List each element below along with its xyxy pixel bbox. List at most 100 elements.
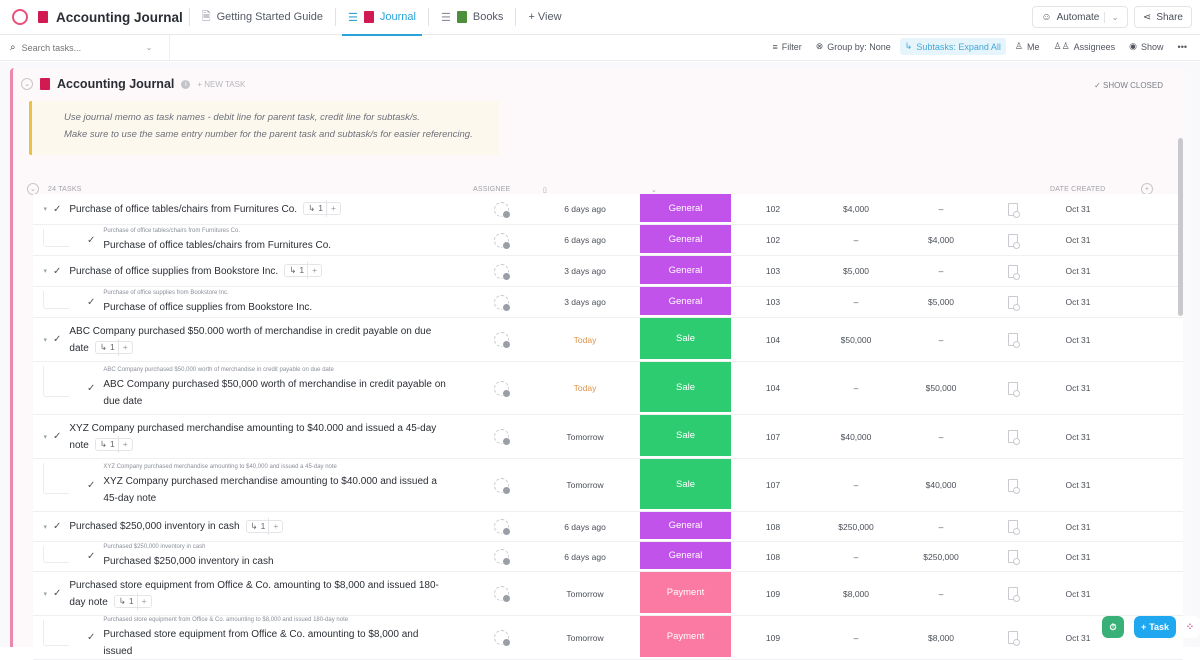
journal-type-label[interactable]: General	[640, 287, 731, 317]
entry-number[interactable]: 103	[733, 256, 813, 286]
credit-value[interactable]: $5,000	[899, 287, 983, 317]
debit-value[interactable]: –	[813, 542, 899, 571]
journal-type-label[interactable]: Payment	[640, 572, 731, 615]
subtask-count-badge[interactable]: ↳1+	[95, 438, 133, 451]
receipt-cell[interactable]	[983, 459, 1043, 511]
subtask-row[interactable]: ✓ Purchase of office supplies from Books…	[33, 287, 1183, 318]
add-subtask-icon[interactable]: +	[137, 593, 147, 610]
add-assignee-icon[interactable]	[494, 233, 509, 248]
subtask-count-badge[interactable]: ↳1+	[95, 341, 133, 354]
journal-type-label[interactable]: Sale	[640, 362, 731, 414]
subtask-name[interactable]: Purchased $250,000 inventory in cash	[103, 553, 273, 570]
attach-file-icon[interactable]	[1008, 520, 1018, 533]
check-icon[interactable]: ✓	[87, 297, 95, 308]
journal-type-label[interactable]: General	[640, 194, 731, 224]
subtasks-button[interactable]: ↳Subtasks: Expand All	[900, 38, 1006, 55]
entry-number[interactable]: 109	[733, 616, 813, 659]
attach-file-icon[interactable]	[1008, 203, 1018, 216]
add-assignee-icon[interactable]	[494, 202, 509, 217]
debit-value[interactable]: –	[813, 459, 899, 511]
me-button[interactable]: ♙Me	[1010, 38, 1045, 55]
parent-task-link[interactable]: Purchased store equipment from Office & …	[103, 616, 448, 625]
timer-button[interactable]: ⏱	[1102, 616, 1124, 638]
attach-file-icon[interactable]	[1008, 234, 1018, 247]
transaction-date[interactable]: 6 days ago	[535, 194, 635, 224]
attach-file-icon[interactable]	[1008, 550, 1018, 563]
add-assignee-icon[interactable]	[494, 519, 509, 534]
add-assignee-icon[interactable]	[494, 586, 509, 601]
subtask-count-badge[interactable]: ↳1+	[284, 264, 322, 277]
column-transaction-date[interactable]: ▯ TRANSACTION DATE	[543, 186, 547, 194]
add-assignee-icon[interactable]	[494, 332, 509, 347]
journal-type-label[interactable]: Sale	[640, 415, 731, 458]
task-row[interactable]: ▾ ✓ ABC Company purchased $50.000 worth …	[33, 318, 1183, 362]
receipt-cell[interactable]	[983, 415, 1043, 458]
check-icon[interactable]: ✓	[87, 235, 95, 246]
parent-task-link[interactable]: Purchase of office supplies from Booksto…	[103, 289, 312, 298]
task-row[interactable]: ▾ ✓ Purchased $250,000 inventory in cash…	[33, 512, 1183, 542]
subtask-row[interactable]: ✓ Purchase of office tables/chairs from …	[33, 225, 1183, 256]
journal-type-label[interactable]: General	[640, 225, 731, 255]
tab-journal[interactable]: ☰Journal	[342, 0, 422, 35]
transaction-date[interactable]: 3 days ago	[535, 256, 635, 286]
expand-chevron-icon[interactable]: ▾	[35, 205, 47, 213]
subtask-row[interactable]: ✓ ABC Company purchased $50,000 worth of…	[33, 362, 1183, 415]
subtask-name[interactable]: XYZ Company purchased merchandise amount…	[103, 473, 448, 507]
task-row[interactable]: ▾ ✓ Purchase of office supplies from Boo…	[33, 256, 1183, 287]
credit-value[interactable]: $4,000	[899, 225, 983, 255]
expand-chevron-icon[interactable]: ▾	[35, 523, 47, 531]
task-name[interactable]: Purchased $250,000 inventory in cash↳1+	[69, 518, 283, 535]
credit-value[interactable]: $50,000	[899, 362, 983, 414]
assignee-cell[interactable]	[481, 459, 521, 511]
check-icon[interactable]: ✓	[53, 588, 61, 599]
assignee-cell[interactable]	[481, 194, 521, 224]
assignee-cell[interactable]	[481, 287, 521, 317]
expand-chevron-icon[interactable]: ▾	[35, 336, 47, 344]
transaction-date[interactable]: 3 days ago	[535, 287, 635, 317]
attach-file-icon[interactable]	[1008, 430, 1018, 443]
expand-chevron-icon[interactable]: ▾	[35, 590, 47, 598]
transaction-date[interactable]: 6 days ago	[535, 542, 635, 571]
subtask-row[interactable]: ✓ Purchased $250,000 inventory in cash P…	[33, 542, 1183, 572]
subtask-row[interactable]: ✓ XYZ Company purchased merchandise amou…	[33, 459, 1183, 512]
attach-file-icon[interactable]	[1008, 296, 1018, 309]
transaction-date[interactable]: Tomorrow	[535, 616, 635, 659]
add-assignee-icon[interactable]	[494, 549, 509, 564]
task-name[interactable]: Purchase of office tables/chairs from Fu…	[69, 201, 341, 218]
assignee-cell[interactable]	[481, 542, 521, 571]
share-button[interactable]: ⋖Share	[1134, 6, 1192, 28]
show-closed-toggle[interactable]: ✓ SHOW CLOSED	[1094, 81, 1163, 90]
tab-getting-started-guide[interactable]: 🗎Getting Started Guide	[196, 0, 329, 35]
transaction-date[interactable]: 6 days ago	[535, 225, 635, 255]
receipt-cell[interactable]	[983, 287, 1043, 317]
debit-value[interactable]: –	[813, 287, 899, 317]
tab-books[interactable]: ☰Books	[435, 0, 509, 35]
entry-number[interactable]: 109	[733, 572, 813, 615]
journal-type-label[interactable]: General	[640, 512, 731, 541]
scrollbar[interactable]	[1178, 138, 1183, 316]
assignee-cell[interactable]	[481, 415, 521, 458]
credit-value[interactable]: –	[899, 512, 983, 541]
chevron-down-icon[interactable]: ⌄	[1104, 12, 1119, 23]
task-name[interactable]: XYZ Company purchased merchandise amount…	[69, 420, 439, 454]
attach-file-icon[interactable]	[1008, 265, 1018, 278]
debit-value[interactable]: $40,000	[813, 415, 899, 458]
receipt-cell[interactable]	[983, 542, 1043, 571]
credit-value[interactable]: –	[899, 415, 983, 458]
check-icon[interactable]: ✓	[53, 204, 61, 215]
task-name[interactable]: ABC Company purchased $50.000 worth of m…	[69, 323, 439, 357]
entry-number[interactable]: 103	[733, 287, 813, 317]
debit-value[interactable]: $5,000	[813, 256, 899, 286]
receipt-cell[interactable]	[983, 318, 1043, 361]
column-journal-type[interactable]: ⌄ JOURNAL TYPE	[651, 186, 657, 194]
add-assignee-icon[interactable]	[494, 478, 509, 493]
attach-file-icon[interactable]	[1008, 382, 1018, 395]
subtask-count-badge[interactable]: ↳1+	[246, 520, 284, 533]
add-assignee-icon[interactable]	[494, 295, 509, 310]
receipt-cell[interactable]	[983, 362, 1043, 414]
task-row[interactable]: ▾ ✓ XYZ Company purchased merchandise am…	[33, 415, 1183, 459]
new-task-button[interactable]: + NEW TASK	[197, 80, 245, 89]
debit-value[interactable]: $50,000	[813, 318, 899, 361]
task-row[interactable]: ▾ ✓ Purchase of office tables/chairs fro…	[33, 194, 1183, 225]
add-assignee-icon[interactable]	[494, 264, 509, 279]
